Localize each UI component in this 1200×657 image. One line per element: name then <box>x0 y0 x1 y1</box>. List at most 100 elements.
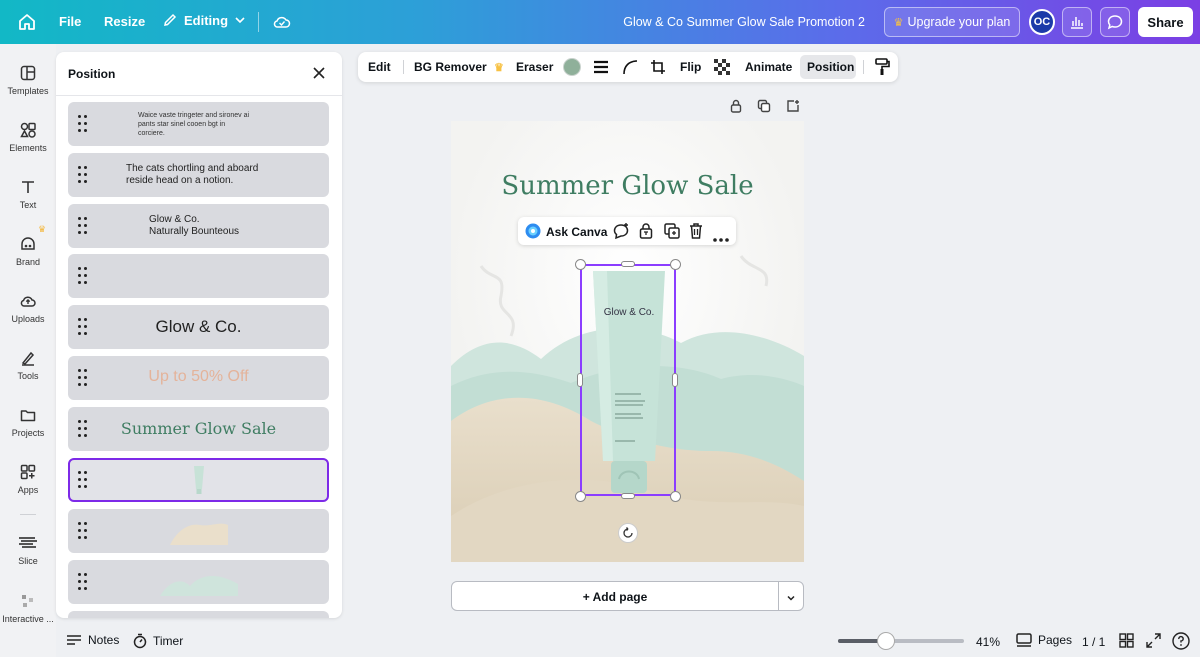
duplicate-icon[interactable] <box>663 222 681 245</box>
paint-roller-icon[interactable] <box>874 58 890 79</box>
layer-item[interactable]: Up to 50% Off <box>68 356 329 400</box>
ask-canva-button[interactable]: Ask Canva <box>546 225 607 239</box>
drag-handle-icon[interactable] <box>78 115 88 133</box>
close-icon[interactable] <box>312 66 326 85</box>
notes-button[interactable]: Notes <box>66 633 119 647</box>
fullscreen-icon[interactable] <box>1146 633 1161 651</box>
layer-item[interactable] <box>68 509 329 553</box>
layer-item[interactable]: The cats chortling and aboard reside hea… <box>68 153 329 197</box>
rail-item-apps[interactable]: Apps <box>0 463 56 495</box>
notes-icon <box>67 635 81 645</box>
add-comment-icon[interactable] <box>612 222 630 245</box>
zoom-level[interactable]: 41% <box>976 635 1000 649</box>
rail-label: Slice <box>18 556 38 566</box>
layer-item[interactable]: Summer Glow Sale <box>68 407 329 451</box>
upgrade-plan-button[interactable]: ♛ Upgrade your plan <box>884 7 1020 37</box>
layer-item[interactable]: Glow & Co. <box>68 305 329 349</box>
bg-remover-button[interactable]: BG Remover ♛ <box>414 60 504 74</box>
waves-thumbnail <box>160 575 238 596</box>
resize-handle[interactable] <box>670 259 681 270</box>
rail-item-uploads[interactable]: Uploads <box>0 292 56 324</box>
resize-handle[interactable] <box>621 261 635 267</box>
more-options-icon[interactable] <box>713 229 729 247</box>
drag-handle-icon[interactable] <box>78 166 88 184</box>
headline-text[interactable]: Summer Glow Sale <box>451 171 804 201</box>
zoom-slider-handle[interactable] <box>876 632 895 650</box>
resize-handle[interactable] <box>577 373 583 387</box>
pages-icon <box>1016 633 1032 647</box>
grid-view-icon[interactable] <box>1119 633 1134 651</box>
corner-rounding-icon[interactable] <box>622 59 638 78</box>
animate-button[interactable]: Animate <box>745 60 792 74</box>
lock-icon[interactable] <box>638 222 654 245</box>
resize-handle[interactable] <box>575 259 586 270</box>
bg-remover-label: BG Remover <box>414 60 487 74</box>
drag-handle-icon[interactable] <box>78 217 88 235</box>
resize-button[interactable]: Resize <box>104 14 145 29</box>
document-title[interactable]: Glow & Co Summer Glow Sale Promotion 2 <box>623 15 865 29</box>
crop-icon[interactable] <box>650 59 666 78</box>
rail-item-brand[interactable]: Brand <box>0 235 56 267</box>
rail-item-slice[interactable]: Slice <box>0 534 56 566</box>
page-count: 1 / 1 <box>1082 635 1106 649</box>
layer-label: Glow & Co. <box>155 317 242 336</box>
chevron-down-icon[interactable] <box>785 591 797 609</box>
border-style-icon[interactable] <box>593 59 609 78</box>
resize-handle[interactable] <box>621 493 635 499</box>
home-icon[interactable] <box>16 11 38 33</box>
layer-item[interactable] <box>68 611 329 618</box>
timer-button[interactable]: Timer <box>133 633 183 649</box>
layer-item[interactable]: Glow & Co. Naturally Bounteous <box>68 204 329 248</box>
layer-item[interactable] <box>68 254 329 298</box>
text-icon <box>22 181 34 193</box>
rail-label: Uploads <box>11 314 45 324</box>
rail-item-templates[interactable]: Templates <box>0 64 56 96</box>
resize-handle[interactable] <box>670 491 681 502</box>
rail-item-elements[interactable]: Elements <box>0 121 56 153</box>
layer-item-selected[interactable] <box>68 458 329 502</box>
drag-handle-icon[interactable] <box>78 573 88 591</box>
share-button[interactable]: Share <box>1138 7 1193 37</box>
comments-button[interactable] <box>1100 7 1130 37</box>
avatar[interactable]: OC <box>1029 9 1055 35</box>
duplicate-page-icon[interactable] <box>757 99 771 118</box>
rail-item-text[interactable]: Text <box>0 178 56 210</box>
rail-label: Text <box>19 200 37 210</box>
add-page-icon[interactable] <box>786 99 800 118</box>
rotate-icon[interactable] <box>618 523 638 543</box>
bottom-bar: Notes Timer 41% Pages 1 / 1 <box>56 625 1200 657</box>
transparency-icon[interactable] <box>714 59 730 78</box>
rail-item-projects[interactable]: Projects <box>0 406 56 438</box>
drag-handle-icon[interactable] <box>78 267 88 285</box>
add-page-button[interactable]: + Add page <box>452 590 778 604</box>
selection-box <box>580 264 676 496</box>
resize-handle[interactable] <box>672 373 678 387</box>
flip-button[interactable]: Flip <box>680 60 701 74</box>
eraser-button[interactable]: Eraser <box>516 60 553 74</box>
rail-label: Interactive ... <box>2 614 54 624</box>
divider <box>56 95 342 96</box>
rail-item-tools[interactable]: Tools <box>0 349 56 381</box>
layer-item[interactable] <box>68 560 329 604</box>
zoom-slider[interactable] <box>838 632 964 650</box>
edit-button[interactable]: Edit <box>368 60 391 74</box>
rail-item-interactive[interactable]: Interactive ... <box>0 592 56 624</box>
pages-button[interactable]: Pages <box>1016 633 1072 647</box>
lock-icon[interactable] <box>729 99 743 118</box>
layer-item[interactable]: Waice vaste tringeter and sironev ai pan… <box>68 102 329 146</box>
color-swatch[interactable] <box>563 58 581 76</box>
help-icon[interactable] <box>1172 632 1190 653</box>
position-button[interactable]: Position <box>807 60 854 74</box>
insights-button[interactable] <box>1062 7 1092 37</box>
resize-handle[interactable] <box>575 491 586 502</box>
crown-icon: ♛ <box>893 16 904 29</box>
cloud-save-icon[interactable] <box>272 12 292 35</box>
divider <box>863 60 864 74</box>
file-menu[interactable]: File <box>59 14 81 29</box>
divider <box>258 12 259 32</box>
trash-icon[interactable] <box>688 222 704 245</box>
drag-handle-icon[interactable] <box>78 522 88 540</box>
tools-icon <box>21 351 35 366</box>
editing-mode-button[interactable]: Editing <box>162 12 246 28</box>
drag-handle-icon[interactable] <box>78 471 88 489</box>
